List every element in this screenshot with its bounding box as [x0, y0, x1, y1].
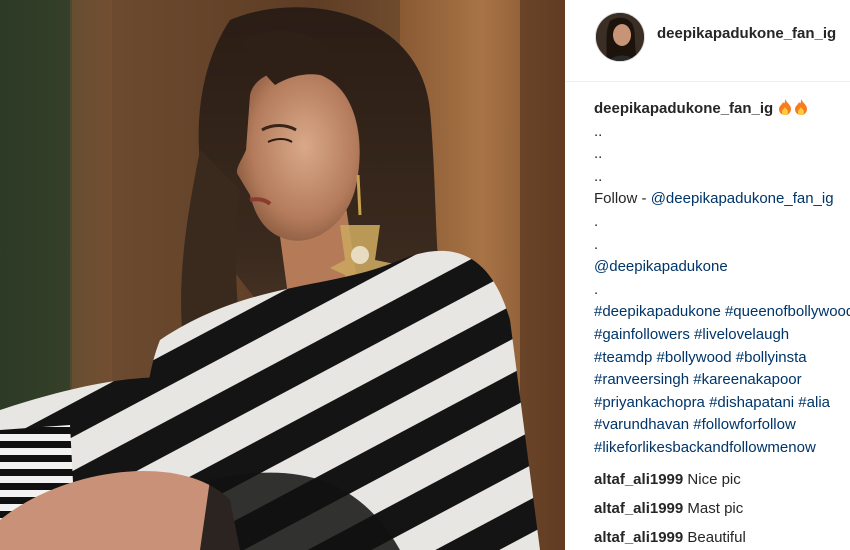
caption-line: ..: [594, 121, 850, 144]
caption-line: @deepikapadukone: [594, 256, 850, 279]
caption-text: ..: [594, 122, 603, 140]
comment-username[interactable]: altaf_ali1999: [594, 500, 683, 517]
hashtag-links[interactable]: #deepikapadukone #queenofbollywood: [594, 303, 850, 320]
comment-list: altaf_ali1999 Nice pic altaf_ali1999 Mast…: [594, 465, 850, 550]
post-header: deepikapadukone_fan_ig: [565, 0, 850, 82]
caption-line: #priyankachopra #dishapatani #alia: [594, 392, 850, 415]
avatar[interactable]: [595, 12, 645, 62]
header-username-link[interactable]: deepikapadukone_fan_ig: [657, 25, 836, 42]
hashtag-links[interactable]: #priyankachopra #dishapatani #alia: [594, 394, 830, 411]
hashtag-links[interactable]: #gainfollowers #livelovelaugh: [594, 326, 789, 343]
caption-line: #likeforlikesbackandfollowmenow: [594, 437, 850, 460]
mention-link[interactable]: @deepikapadukone_fan_ig: [651, 190, 834, 207]
caption-line: .: [594, 211, 850, 234]
instagram-post: deepikapadukone_fan_ig deepikapadukone_f…: [0, 0, 850, 550]
fire-icon: [795, 99, 808, 115]
caption-text: ..: [594, 167, 603, 185]
post-photo[interactable]: [0, 0, 565, 550]
comment-item: altaf_ali1999 Mast pic: [594, 494, 850, 523]
mention-link[interactable]: @deepikapadukone: [594, 258, 728, 275]
hashtag-links[interactable]: #teamdp #bollywood #bollyinsta: [594, 349, 807, 366]
post-sidebar: deepikapadukone_fan_ig deepikapadukone_f…: [565, 0, 850, 550]
caption-text: ..: [594, 145, 603, 163]
caption-line: Follow - @deepikapadukone_fan_ig: [594, 188, 850, 211]
comment-text: Mast pic: [683, 500, 744, 517]
comment-username[interactable]: altaf_ali1999: [594, 529, 683, 546]
caption-line: #teamdp #bollywood #bollyinsta: [594, 347, 850, 370]
hashtag-links[interactable]: #varundhavan #followforfollow: [594, 416, 796, 433]
fire-emoji: [777, 99, 809, 117]
hashtag-links[interactable]: #likeforlikesbackandfollowmenow: [594, 439, 816, 456]
caption-line: .: [594, 234, 850, 257]
caption-text: .: [594, 235, 599, 253]
caption-text: .: [594, 280, 599, 298]
post-caption: deepikapadukone_fan_ig ...... Follow - @d…: [594, 98, 850, 460]
hashtag-links[interactable]: #ranveersingh #kareenakapoor: [594, 371, 802, 388]
caption-line: ..: [594, 143, 850, 166]
post-image: [0, 0, 565, 550]
comment-text: Beautiful: [683, 529, 746, 546]
caption-line: #gainfollowers #livelovelaugh: [594, 324, 850, 347]
caption-body: ...... Follow - @deepikapadukone_fan_ig..…: [594, 121, 850, 460]
follow-prefix: Follow -: [594, 190, 651, 208]
caption-line: ..: [594, 166, 850, 189]
caption-username[interactable]: deepikapadukone_fan_ig: [594, 100, 773, 117]
caption-line: #deepikapadukone #queenofbollywood: [594, 301, 850, 324]
avatar-image: [596, 13, 644, 61]
fire-icon: [779, 99, 792, 115]
caption-text: .: [594, 212, 599, 230]
comment-text: Nice pic: [683, 471, 741, 488]
comment-item: altaf_ali1999 Beautiful: [594, 523, 850, 550]
caption-header-line: deepikapadukone_fan_ig: [594, 98, 850, 121]
comment-item: altaf_ali1999 Nice pic: [594, 465, 850, 494]
caption-line: #varundhavan #followforfollow: [594, 414, 850, 437]
caption-line: #ranveersingh #kareenakapoor: [594, 369, 850, 392]
comment-username[interactable]: altaf_ali1999: [594, 471, 683, 488]
caption-line: .: [594, 279, 850, 302]
